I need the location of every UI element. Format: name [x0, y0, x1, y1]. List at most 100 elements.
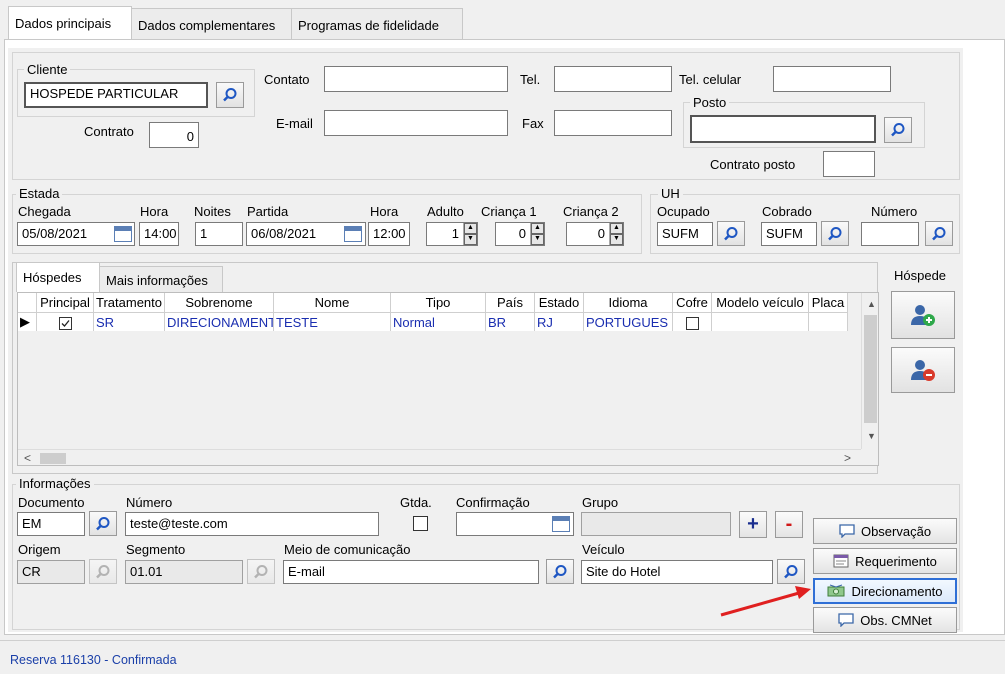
direcionamento-button[interactable]: Direcionamento: [813, 578, 957, 604]
grupo-remove-button[interactable]: -: [775, 511, 803, 538]
numero-doc-input[interactable]: teste@teste.com: [125, 512, 379, 536]
col-principal[interactable]: Principal: [36, 293, 94, 313]
col-tratamento[interactable]: Tratamento: [93, 293, 165, 313]
cell-tipo[interactable]: Normal: [390, 312, 486, 331]
contrato-label: Contrato: [84, 124, 134, 139]
uh-group-title: UH: [658, 186, 683, 201]
fax-input[interactable]: [554, 110, 672, 136]
chegada-calendar-icon[interactable]: [114, 226, 132, 242]
horizontal-scrollbar[interactable]: < >: [18, 449, 861, 465]
confirmacao-calendar-icon[interactable]: [552, 516, 570, 532]
numero-uh-input[interactable]: [861, 222, 919, 246]
documento-input[interactable]: EM: [17, 512, 85, 536]
col-sobrenome[interactable]: Sobrenome: [164, 293, 274, 313]
tel-celular-input[interactable]: [773, 66, 891, 92]
table-row[interactable]: ▶ SR DIRECIONAMENT TESTE Normal BR RJ PO…: [18, 312, 848, 331]
grupo-add-button[interactable]: +: [739, 511, 767, 538]
scroll-left-icon[interactable]: <: [24, 451, 31, 465]
contrato-posto-input[interactable]: [823, 151, 875, 177]
vertical-scrollbar[interactable]: ▲ ▼: [861, 293, 878, 449]
scroll-right-icon[interactable]: >: [844, 451, 851, 465]
add-guest-button[interactable]: [891, 291, 955, 339]
tab-dados-principais[interactable]: Dados principais: [8, 6, 132, 40]
ocupado-search-button[interactable]: [717, 221, 745, 246]
partida-calendar-icon[interactable]: [344, 226, 362, 242]
tab-dados-complementares[interactable]: Dados complementares: [131, 8, 292, 40]
observacao-button[interactable]: Observação: [813, 518, 957, 544]
vertical-scroll-thumb[interactable]: [864, 315, 877, 423]
requerimento-label: Requerimento: [855, 553, 937, 569]
contrato-input[interactable]: 0: [149, 122, 199, 148]
annotation-arrow-icon: [720, 586, 811, 617]
cliente-group-title: Cliente: [24, 62, 71, 77]
posto-input[interactable]: [690, 115, 876, 143]
segmento-input[interactable]: 01.01: [125, 560, 243, 584]
contato-input[interactable]: [324, 66, 508, 92]
ocupado-input[interactable]: SUFM: [657, 222, 713, 246]
col-modelo-veiculo[interactable]: Modelo veículo: [711, 293, 809, 313]
segmento-search-button[interactable]: [247, 559, 275, 584]
tel-input[interactable]: [554, 66, 672, 92]
col-nome[interactable]: Nome: [273, 293, 391, 313]
numero-uh-search-button[interactable]: [925, 221, 953, 246]
scroll-up-icon[interactable]: ▲: [867, 299, 876, 309]
cliente-input[interactable]: HOSPEDE PARTICULAR: [24, 82, 208, 108]
tab-programas-de-fidelidade[interactable]: Programas de fidelidade: [291, 8, 463, 40]
col-pais[interactable]: País: [485, 293, 535, 313]
noites-input[interactable]: 1: [195, 222, 243, 246]
origem-search-button[interactable]: [89, 559, 117, 584]
partida-value: 06/08/2021: [251, 226, 317, 241]
grupo-input[interactable]: [581, 512, 731, 536]
cofre-checkbox[interactable]: [672, 312, 712, 331]
col-cofre[interactable]: Cofre: [672, 293, 712, 313]
tab-hospedes[interactable]: Hóspedes: [16, 262, 100, 292]
scroll-down-icon[interactable]: ▼: [867, 431, 876, 441]
gtda-checkbox[interactable]: [413, 516, 428, 531]
email-input[interactable]: [324, 110, 508, 136]
checkbox-checked-icon: [58, 316, 72, 330]
numero-doc-label: Número: [126, 495, 173, 510]
adulto-spinner[interactable]: ▲ ▼: [463, 223, 477, 245]
requerimento-button[interactable]: Requerimento: [813, 548, 957, 574]
hora-partida-input[interactable]: 12:00: [368, 222, 410, 246]
hora-chegada-input[interactable]: 14:00: [139, 222, 179, 246]
hora-partida-label: Hora: [370, 204, 399, 219]
col-placa[interactable]: Placa: [808, 293, 848, 313]
crianca1-spinner[interactable]: ▲ ▼: [530, 223, 544, 245]
documento-label: Documento: [18, 495, 85, 510]
cell-pais[interactable]: BR: [485, 312, 535, 331]
partida-label: Partida: [247, 204, 289, 219]
cell-sobrenome[interactable]: DIRECIONAMENT: [164, 312, 274, 331]
cell-idioma[interactable]: PORTUGUES: [583, 312, 673, 331]
posto-search-button[interactable]: [884, 117, 912, 143]
hospedes-grid: Principal Tratamento Sobrenome Nome Tipo…: [17, 292, 879, 466]
documento-search-button[interactable]: [89, 511, 117, 536]
cell-modelo-veiculo[interactable]: [711, 312, 809, 331]
origem-label: Origem: [18, 542, 61, 557]
hora-chegada-label: Hora: [140, 204, 169, 219]
tab-mais-informacoes[interactable]: Mais informações: [99, 266, 223, 292]
meio-search-button[interactable]: [546, 559, 574, 584]
crianca2-spinner[interactable]: ▲ ▼: [609, 223, 623, 245]
cell-placa[interactable]: [808, 312, 848, 331]
col-tipo[interactable]: Tipo: [390, 293, 486, 313]
cell-tratamento[interactable]: SR: [93, 312, 165, 331]
direcionamento-label: Direcionamento: [851, 583, 943, 599]
remove-guest-button[interactable]: [891, 347, 955, 393]
obs-cmnet-button[interactable]: Obs. CMNet: [813, 607, 957, 633]
veiculo-search-button[interactable]: [777, 559, 805, 584]
cell-nome[interactable]: TESTE: [273, 312, 391, 331]
cobrado-input[interactable]: SUFM: [761, 222, 817, 246]
cliente-search-button[interactable]: [216, 82, 244, 108]
tel-celular-label: Tel. celular: [679, 72, 742, 87]
horizontal-scroll-thumb[interactable]: [40, 453, 66, 464]
meio-input[interactable]: E-mail: [283, 560, 539, 584]
veiculo-input[interactable]: Site do Hotel: [581, 560, 773, 584]
principal-checkbox[interactable]: [36, 312, 94, 331]
cobrado-search-button[interactable]: [821, 221, 849, 246]
cell-estado[interactable]: RJ: [534, 312, 584, 331]
origem-input[interactable]: CR: [17, 560, 85, 584]
col-idioma[interactable]: Idioma: [583, 293, 673, 313]
noites-label: Noites: [194, 204, 231, 219]
col-estado[interactable]: Estado: [534, 293, 584, 313]
